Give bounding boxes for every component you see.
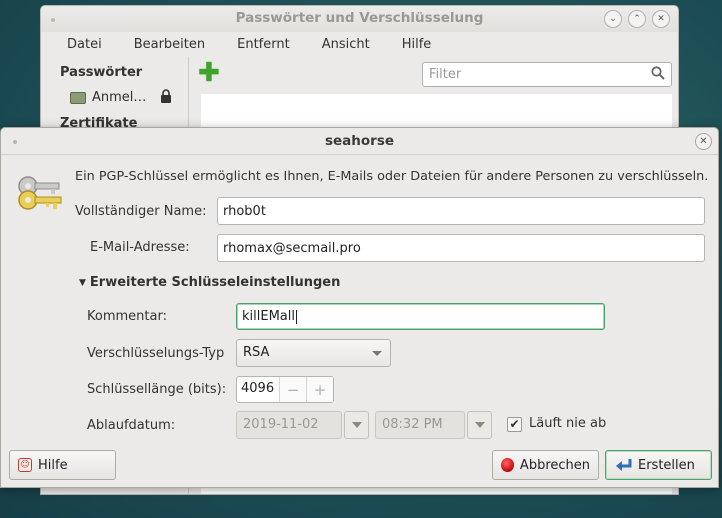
comment-label: Kommentar: [87, 309, 167, 324]
menu-entfernt[interactable]: Entfernt [237, 37, 290, 52]
filter-input[interactable]: Filter [422, 62, 672, 87]
menu-bearbeiten[interactable]: Bearbeiten [134, 37, 205, 52]
menu-ansicht[interactable]: Ansicht [322, 37, 370, 52]
increment-button[interactable]: + [306, 377, 333, 402]
full-name-label: Vollständiger Name: [75, 204, 207, 219]
sidebar-item-label: Anmel… [92, 90, 147, 105]
date-dropdown-button[interactable] [344, 411, 369, 439]
key-length-label: Schlüssellänge (bits): [87, 382, 227, 397]
advanced-settings-expander[interactable]: ▼ Erweiterte Schlüsseleinstellungen [79, 275, 340, 290]
new-pgp-key-dialog: seahorse ✕ Ein PGP-Schlüssel ermöglicht … [0, 127, 719, 488]
comment-field[interactable]: killEMall [236, 303, 605, 330]
decrement-button[interactable]: − [279, 377, 306, 402]
sidebar-item-login[interactable]: Anmel… [41, 80, 188, 106]
key-length-spinner[interactable]: 4096 − + [236, 376, 334, 403]
email-field[interactable]: rhomax@secmail.pro [217, 234, 705, 262]
expiry-time-field[interactable]: 08:32 PM [375, 411, 465, 439]
expiry-time-value: 08:32 PM [382, 417, 443, 432]
bg-window-title: Passwörter und Verschlüsselung [235, 10, 484, 26]
dropdown-arrow-icon [372, 351, 382, 356]
search-icon [651, 66, 665, 80]
time-dropdown-button[interactable] [467, 411, 492, 439]
close-button[interactable]: ✕ [652, 10, 670, 28]
dialog-title: seahorse [324, 133, 395, 149]
create-button[interactable]: Erstellen [605, 450, 712, 480]
comment-value: killEMall [242, 309, 295, 324]
folder-icon [70, 91, 86, 104]
keys-icon [18, 176, 62, 210]
menu-hilfe[interactable]: Hilfe [402, 37, 432, 52]
maximize-button[interactable]: ⌃ [628, 10, 646, 28]
minimize-button[interactable]: ⌄ [604, 10, 622, 28]
dialog-description: Ein PGP-Schlüssel ermöglicht es Ihnen, E… [75, 169, 709, 184]
dialog-titlebar: seahorse ✕ [1, 128, 718, 155]
encryption-type-select[interactable]: RSA [236, 339, 391, 367]
chevron-down-icon [351, 422, 362, 428]
stop-icon [501, 458, 514, 472]
chevron-down-icon [474, 422, 485, 428]
toolbar: ✚ Filter [190, 57, 678, 93]
expiry-label: Ablaufdatum: [87, 418, 176, 433]
email-value: rhomax@secmail.pro [223, 240, 361, 256]
text-cursor [295, 309, 297, 324]
lock-icon [160, 89, 172, 106]
expiry-date-value: 2019-11-02 [243, 417, 319, 432]
sidebar-heading-passwords: Passwörter [60, 65, 143, 80]
never-expires-label[interactable]: Läuft nie ab [529, 416, 606, 431]
menu-datei[interactable]: Datei [67, 37, 102, 52]
expander-arrow-icon: ▼ [79, 277, 86, 288]
add-icon[interactable]: ✚ [198, 60, 220, 86]
never-expires-checkbox[interactable]: ✔ [507, 417, 522, 432]
encryption-type-label: Verschlüsselungs-Typ [87, 346, 225, 361]
full-name-field[interactable]: rhob0t [217, 197, 705, 225]
key-length-value[interactable]: 4096 [237, 377, 279, 402]
help-button-label: Hilfe [38, 457, 68, 473]
cancel-button[interactable]: Abbrechen [492, 450, 599, 480]
menubar: Datei Bearbeiten Entfernt Ansicht Hilfe [41, 32, 678, 57]
enter-icon [616, 459, 632, 471]
expiry-date-field[interactable]: 2019-11-02 [236, 411, 342, 439]
email-label: E-Mail-Adresse: [90, 240, 190, 255]
help-button[interactable]: ☺ Hilfe [9, 450, 116, 480]
full-name-value: rhob0t [223, 203, 266, 219]
filter-placeholder: Filter [429, 67, 462, 82]
advanced-settings-label: Erweiterte Schlüsseleinstellungen [89, 275, 341, 290]
help-icon: ☺ [18, 458, 32, 472]
encryption-type-value: RSA [243, 345, 270, 360]
create-button-label: Erstellen [638, 457, 695, 473]
bg-titlebar: Passwörter und Verschlüsselung ⌄ ⌃ ✕ [41, 6, 678, 32]
dialog-close-button[interactable]: ✕ [695, 133, 712, 150]
cancel-button-label: Abbrechen [519, 457, 590, 473]
